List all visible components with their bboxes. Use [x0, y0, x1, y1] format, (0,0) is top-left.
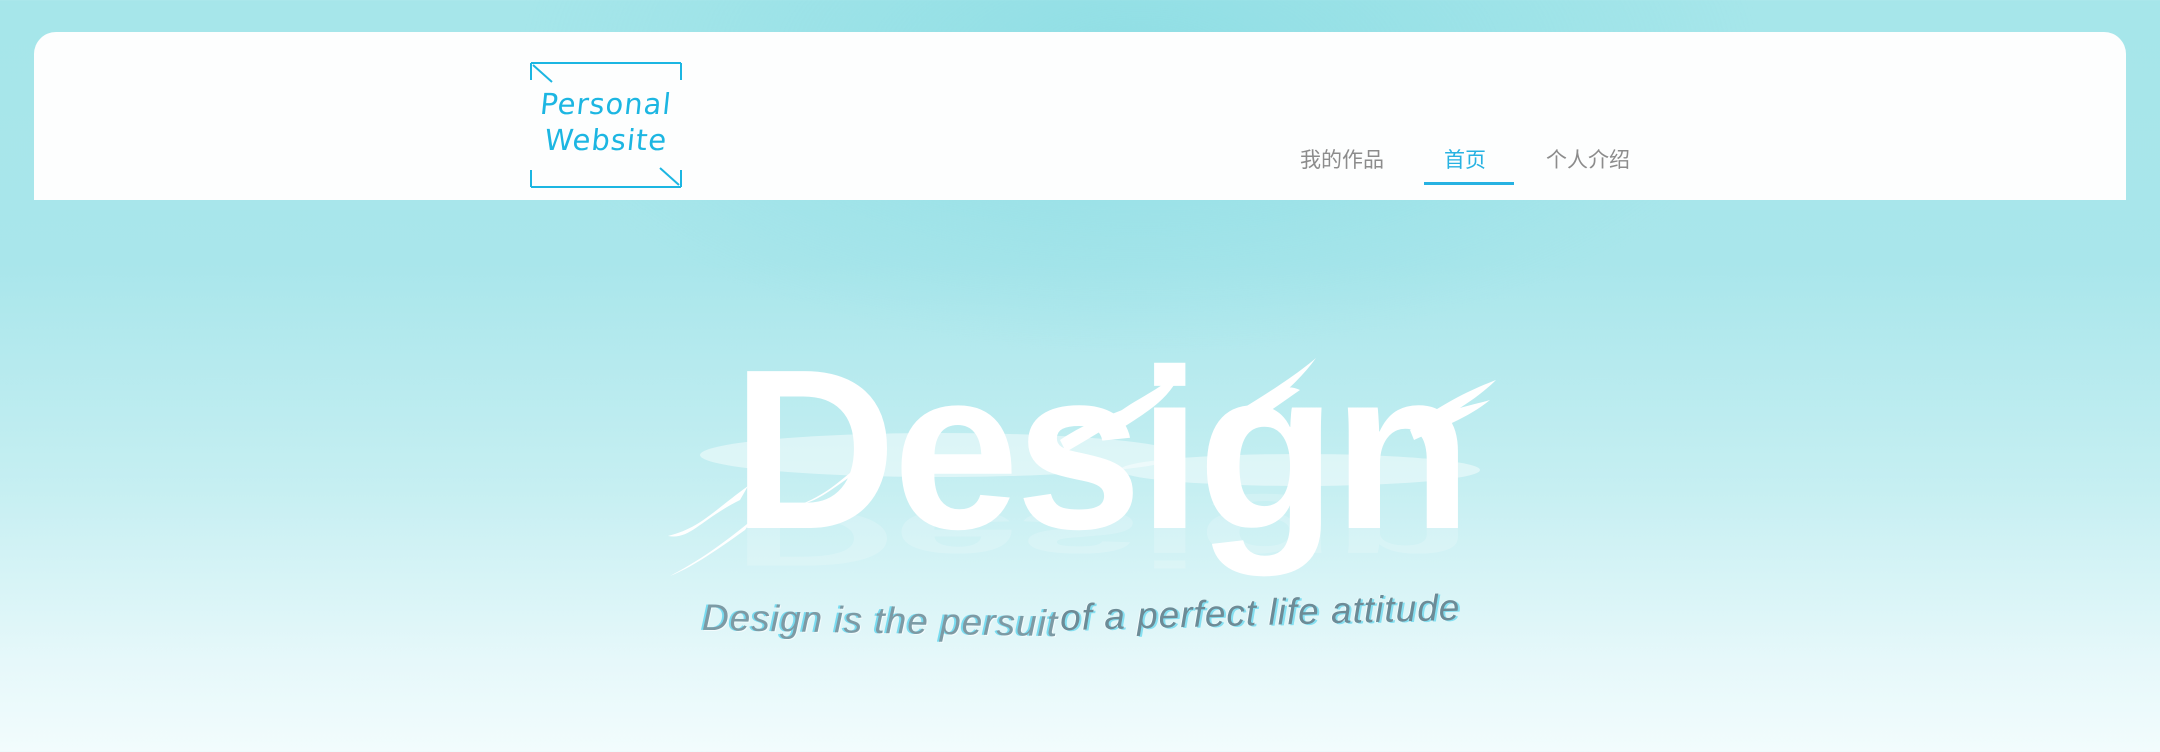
logo-text-line2: Website	[542, 123, 670, 157]
hero-subtitle-part1: Design is the persuit	[701, 596, 1059, 645]
site-header: Personal Website 我的作品 首页 个人介绍	[34, 32, 2126, 200]
nav-item-about[interactable]: 个人介绍	[1546, 144, 1630, 174]
hero-title: Design	[731, 323, 1472, 577]
logo-text-line1: Personal	[538, 87, 674, 121]
nav-item-home[interactable]: 首页	[1444, 144, 1486, 174]
hero-subtitle-part2: of a perfect life attitude	[1059, 586, 1461, 639]
nav-active-indicator	[1424, 182, 1514, 185]
site-logo[interactable]: Personal Website	[530, 62, 682, 188]
nav-item-works[interactable]: 我的作品	[1300, 144, 1384, 174]
